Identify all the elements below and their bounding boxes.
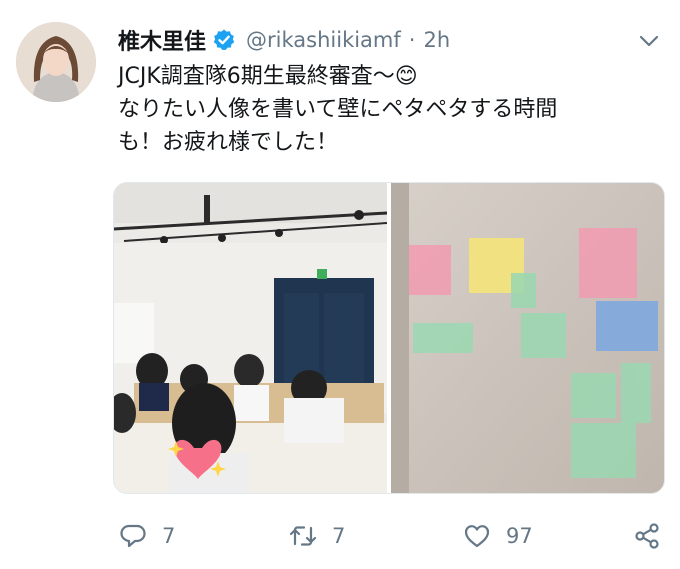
user-handle[interactable]: @rikashiikiamf xyxy=(246,28,401,52)
reply-icon xyxy=(120,524,146,548)
like-count: 97 xyxy=(506,524,533,548)
avatar[interactable] xyxy=(16,22,96,102)
retweet-count: 7 xyxy=(332,524,346,548)
media-grid xyxy=(113,182,665,494)
verified-badge-icon xyxy=(212,28,236,52)
reply-button[interactable]: 7 xyxy=(118,518,175,554)
tweet-actions: 7 7 97 xyxy=(0,518,680,554)
tweet-header: 椎木里佳 @rikashiikiamf · 2h xyxy=(118,24,450,56)
share-icon xyxy=(635,523,659,549)
photo-sticky-note-wall[interactable] xyxy=(391,183,664,493)
retweet-icon xyxy=(289,526,317,546)
heart-icon xyxy=(464,525,490,548)
timestamp[interactable]: 2h xyxy=(423,28,450,52)
share-button[interactable] xyxy=(632,518,662,554)
separator-dot: · xyxy=(408,28,416,52)
display-name[interactable]: 椎木里佳 xyxy=(118,24,206,56)
chevron-down-icon[interactable] xyxy=(638,30,660,52)
like-button[interactable]: 97 xyxy=(462,518,533,554)
photo-classroom[interactable] xyxy=(114,183,387,493)
retweet-button[interactable]: 7 xyxy=(288,518,345,554)
avatar-image xyxy=(16,22,96,102)
tweet-text: JCJK調査隊6期生最終審査〜😊 なりたい人像を書いて壁にペタペタする時間 も！… xyxy=(118,64,558,155)
reply-count: 7 xyxy=(162,524,176,548)
